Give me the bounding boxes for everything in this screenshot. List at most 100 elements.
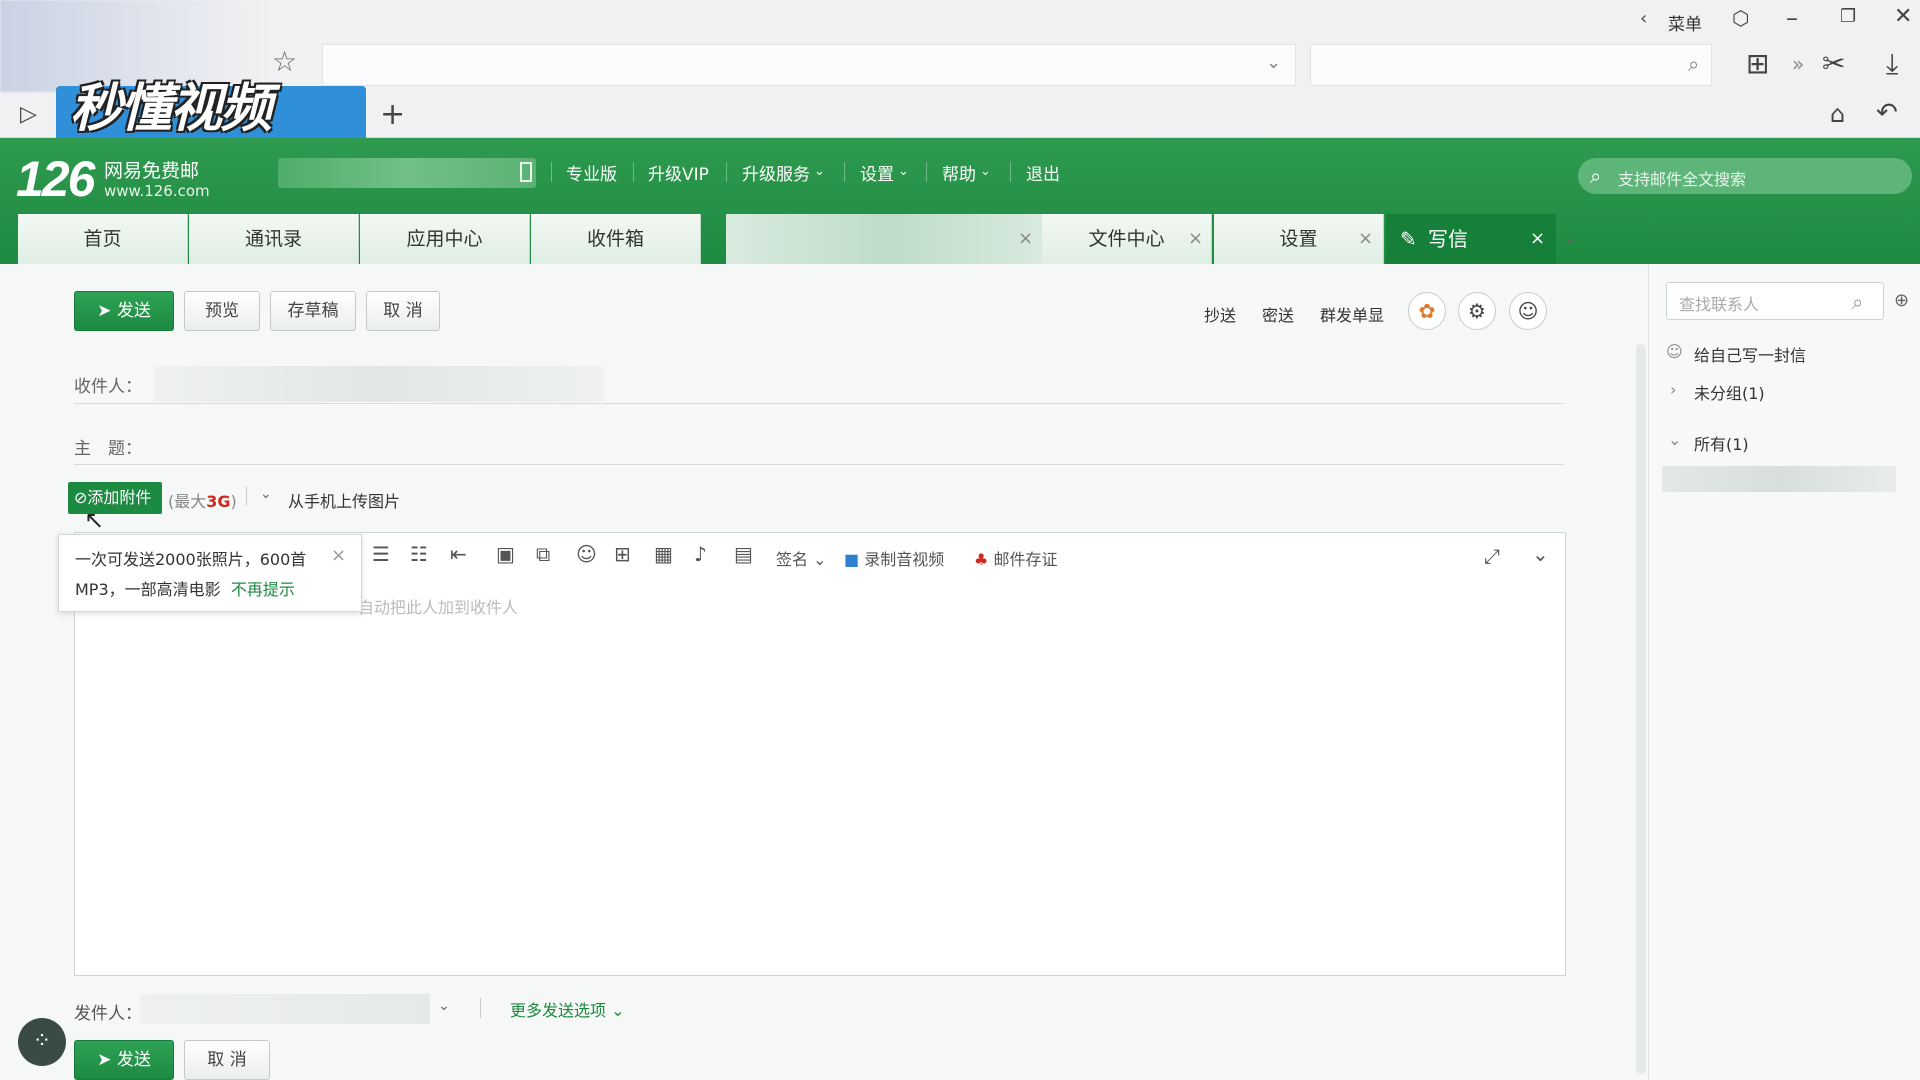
tab-home[interactable]: 首页	[18, 214, 188, 264]
gear-icon[interactable]: ⚙	[1458, 292, 1496, 330]
app-launcher-icon[interactable]: ⁘	[18, 1018, 66, 1066]
video-watermark-logo: 秒懂视频	[70, 79, 272, 139]
editor-hint: 自动把此人加到收件人	[358, 598, 519, 617]
more-tools-icon[interactable]: »	[1792, 54, 1804, 74]
new-tab-icon[interactable]: +	[380, 100, 405, 130]
nav-pro[interactable]: 专业版	[566, 160, 617, 185]
send-button[interactable]: ➤ 发送	[74, 291, 174, 331]
upload-from-phone-link[interactable]: 从手机上传图片	[288, 488, 400, 512]
apps-grid-icon[interactable]: ⊞	[1746, 50, 1769, 78]
search-icon: ⌕	[1590, 164, 1602, 188]
add-contact-icon[interactable]: ☺	[1509, 292, 1547, 330]
send-button-bottom[interactable]: ➤ 发送	[74, 1040, 174, 1080]
nav-settings[interactable]: 设置	[860, 160, 894, 185]
menu-back-icon[interactable]: ‹	[1640, 10, 1647, 28]
screenshot-icon[interactable]: ⧉	[536, 544, 550, 564]
minimize-icon[interactable]: –	[1786, 6, 1798, 30]
chevron-down-icon[interactable]: ⌄	[1668, 430, 1681, 449]
skin-icon[interactable]: ⬡	[1732, 8, 1749, 28]
chevron-down-icon[interactable]: ⌄	[438, 998, 450, 1014]
expand-icon[interactable]: ⤢	[1484, 546, 1500, 566]
template-icon[interactable]: ▤	[734, 544, 753, 564]
mail-evidence-button[interactable]: ♣ 邮件存证	[974, 546, 1057, 570]
microphone-icon[interactable]: ♪	[694, 544, 707, 564]
tab-apps[interactable]: 应用中心	[360, 214, 530, 264]
table-icon[interactable]: ⊞	[614, 544, 631, 564]
tabs-more-chevron-icon[interactable]: ⌄	[1564, 228, 1577, 247]
tab-compose[interactable]: ✎ 写信 ×	[1386, 214, 1556, 264]
cancel-button[interactable]: 取 消	[366, 291, 440, 331]
fulltext-search[interactable]: 支持邮件全文搜索	[1578, 158, 1912, 194]
chevron-down-icon[interactable]: ⌄	[814, 164, 825, 179]
restore-icon[interactable]: ❐	[1840, 8, 1856, 26]
chevron-down-icon[interactable]: ⌄	[898, 164, 909, 179]
nav-upgrade-vip[interactable]: 升级VIP	[648, 160, 709, 185]
recipient-input-blurred[interactable]	[154, 366, 604, 402]
attachment-tooltip: 一次可发送2000张照片，600首 MP3，一部高清电影 不再提示 ×	[58, 534, 362, 612]
phone-icon[interactable]	[520, 162, 532, 182]
tab-contacts[interactable]: 通讯录	[189, 214, 359, 264]
tab-blurred-mail[interactable]	[726, 214, 1052, 264]
close-icon[interactable]: ×	[1188, 214, 1203, 264]
clear-history-icon[interactable]: ⌂	[1830, 102, 1845, 126]
emoji-icon[interactable]: ☺	[576, 544, 597, 564]
chevron-down-icon[interactable]: ⌄	[980, 164, 991, 179]
close-icon[interactable]: ×	[1018, 214, 1033, 264]
collapse-toolbar-icon[interactable]: ⌄	[1532, 544, 1549, 564]
brand-logo-number: 126	[16, 151, 95, 207]
scrollbar[interactable]	[1636, 344, 1646, 1074]
group-ungrouped[interactable]: 未分组(1)	[1694, 380, 1765, 404]
group-all[interactable]: 所有(1)	[1694, 431, 1749, 455]
write-to-self-link[interactable]: 给自己写一封信	[1694, 342, 1806, 366]
from-label: 发件人：	[74, 1004, 142, 1024]
signature-dropdown[interactable]: 签名 ⌄	[776, 546, 827, 570]
contact-item-blurred[interactable]	[1662, 466, 1896, 492]
cancel-button-bottom[interactable]: 取 消	[184, 1040, 270, 1080]
undo-icon[interactable]: ↶	[1876, 100, 1898, 126]
browser-search-bar[interactable]	[1310, 44, 1712, 86]
download-icon[interactable]: ⤓	[1886, 50, 1898, 78]
add-icon[interactable]: ⊕	[1894, 290, 1909, 311]
tab-files[interactable]: 文件中心	[1042, 214, 1212, 264]
close-icon[interactable]: ×	[331, 541, 346, 571]
align-left-icon[interactable]: ☰	[372, 544, 390, 564]
subject-input[interactable]	[160, 426, 1560, 464]
address-bar[interactable]	[322, 44, 1296, 86]
brand-url: www.126.com	[104, 182, 210, 200]
save-draft-button[interactable]: 存草稿	[270, 291, 356, 331]
nav-upgrade-service[interactable]: 升级服务	[742, 160, 810, 185]
close-icon[interactable]: ×	[1358, 214, 1373, 264]
cc-link[interactable]: 抄送	[1204, 302, 1236, 326]
preview-button[interactable]: 预览	[184, 291, 260, 331]
account-name-blurred[interactable]	[278, 158, 536, 188]
calendar-icon[interactable]: ▦	[654, 544, 673, 564]
close-icon[interactable]: ×	[1530, 214, 1545, 264]
sender-select-blurred[interactable]	[140, 994, 430, 1024]
person-icon: ☺	[1666, 342, 1683, 361]
nav-help[interactable]: 帮助	[942, 160, 976, 185]
menu-label[interactable]: 菜单	[1668, 10, 1702, 35]
bcc-link[interactable]: 密送	[1262, 302, 1294, 326]
nav-logout[interactable]: 退出	[1026, 160, 1060, 185]
screenshot-scissors-icon[interactable]: ✂	[1822, 50, 1845, 78]
search-icon[interactable]: ⌕	[1852, 290, 1863, 314]
add-attachment-button[interactable]: ⊘添加附件	[68, 482, 162, 514]
tab-inbox[interactable]: 收件箱	[531, 214, 701, 264]
dont-show-again-link[interactable]: 不再提示	[231, 580, 295, 599]
search-icon[interactable]: ⌕	[1688, 54, 1699, 74]
paper-plane-icon: ➤	[97, 301, 117, 321]
outdent-icon[interactable]: ⇤	[450, 544, 467, 564]
image-icon[interactable]: ▣	[496, 544, 515, 564]
record-av-button[interactable]: ■ 录制音视频	[844, 546, 944, 570]
tooltip-line2: MP3，一部高清电影	[75, 580, 221, 599]
bookmark-star-icon[interactable]: ☆	[272, 48, 297, 76]
chevron-down-icon[interactable]: ⌄	[260, 486, 272, 502]
bulleted-list-icon[interactable]: ☷	[410, 544, 428, 564]
sidebar-toggle-icon[interactable]: ▷	[20, 104, 37, 126]
chevron-right-icon[interactable]: ›	[1670, 380, 1676, 399]
more-send-options-link[interactable]: 更多发送选项 ⌄	[510, 997, 625, 1021]
separate-send-link[interactable]: 群发单显	[1320, 302, 1384, 326]
close-window-icon[interactable]: ✕	[1894, 6, 1912, 28]
stationery-icon[interactable]: ✿	[1408, 292, 1446, 330]
address-dropdown-icon[interactable]: ⌄	[1266, 54, 1281, 72]
